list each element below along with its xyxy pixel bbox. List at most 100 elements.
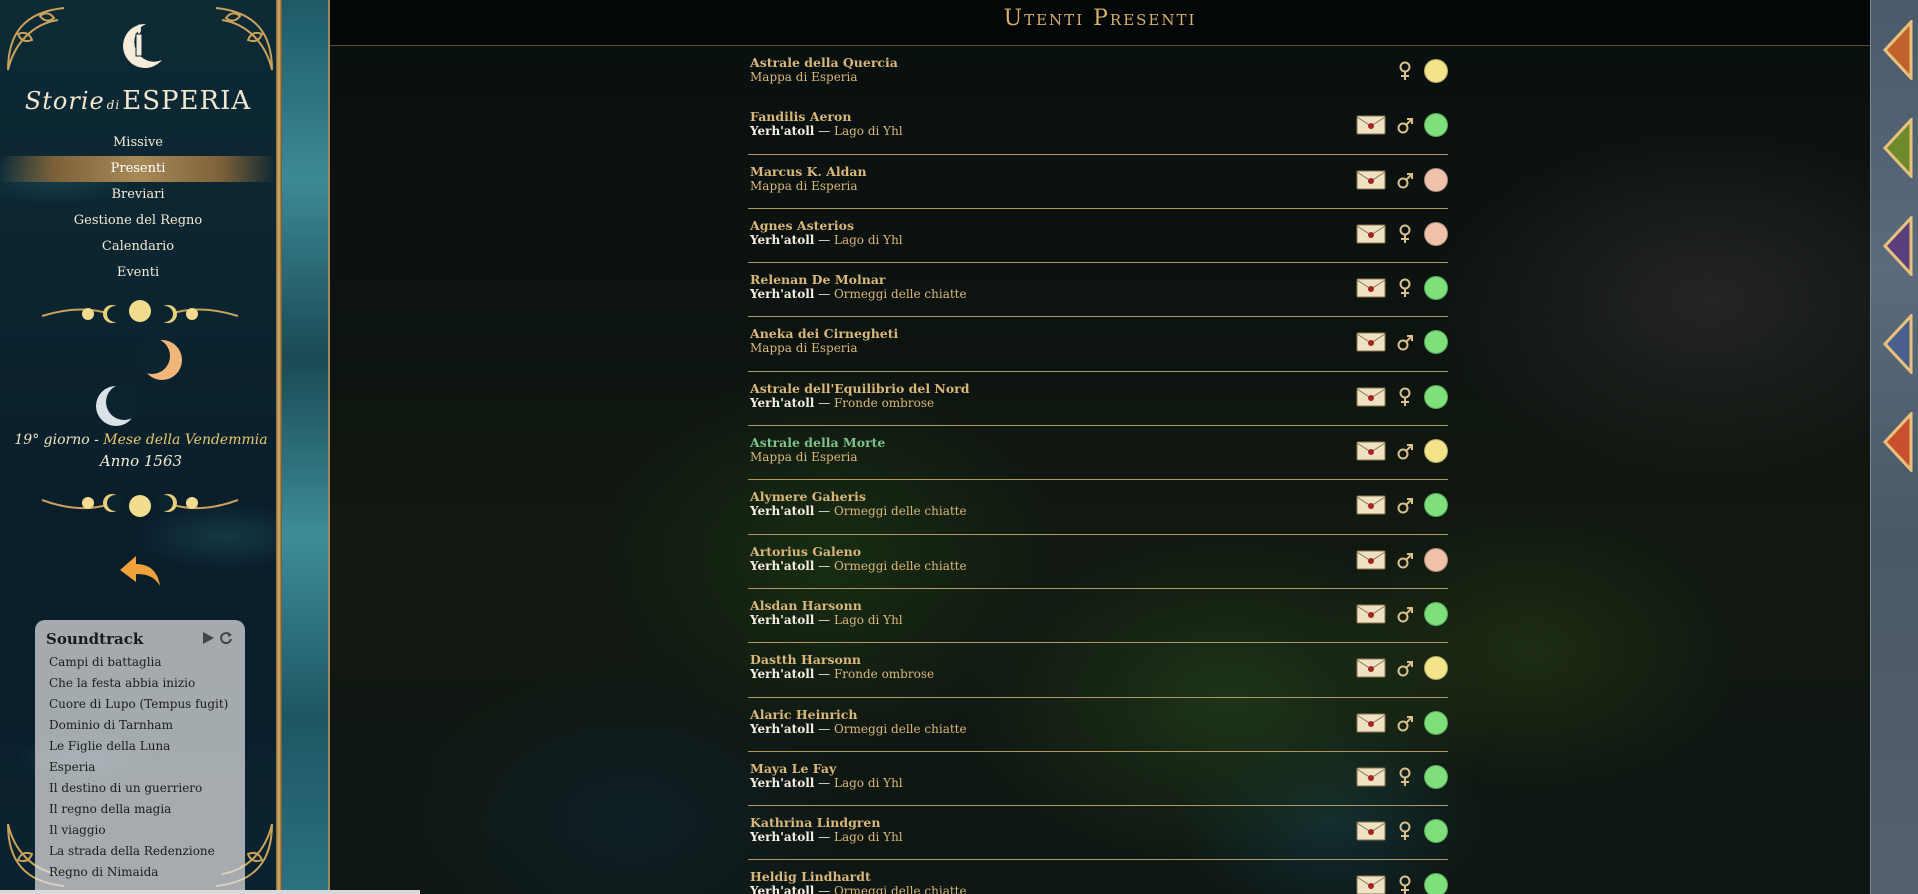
send-message-envelope-icon[interactable] xyxy=(1356,658,1386,678)
user-location: Yerh'atoll — Ormeggi delle chiatte xyxy=(750,287,967,301)
send-message-envelope-icon[interactable] xyxy=(1356,550,1386,570)
soundtrack-track[interactable]: Esperia xyxy=(46,757,237,778)
send-message-envelope-icon[interactable] xyxy=(1356,115,1386,135)
user-place[interactable]: Ormeggi delle chiatte xyxy=(834,504,967,518)
user-name[interactable]: Artorius Galeno xyxy=(750,544,861,559)
right-tab-strip xyxy=(1870,0,1918,894)
user-place[interactable]: Ormeggi delle chiatte xyxy=(834,287,967,301)
soundtrack-track[interactable]: Campi di battaglia xyxy=(46,652,237,673)
moon-phases-ornament-icon xyxy=(40,296,240,330)
user-row: Alsdan Harsonn Yerh'atoll — Lago di Yhl xyxy=(748,589,1448,644)
soundtrack-track[interactable]: Cuore di Lupo (Tempus fugit) xyxy=(46,694,237,715)
user-place[interactable]: Ormeggi delle chiatte xyxy=(834,722,967,736)
user-name[interactable]: Alaric Heinrich xyxy=(750,707,857,722)
status-indicator-icon xyxy=(1424,167,1448,192)
send-message-envelope-icon[interactable] xyxy=(1356,821,1386,841)
female-symbol-icon xyxy=(1396,278,1414,298)
horizontal-scrollbar[interactable] xyxy=(0,890,420,894)
soundtrack-track[interactable]: Dominio di Tarnham xyxy=(46,715,237,736)
user-location: Yerh'atoll — Ormeggi delle chiatte xyxy=(750,504,967,518)
user-place[interactable]: Lago di Yhl xyxy=(834,233,903,247)
status-indicator-icon xyxy=(1424,819,1448,844)
user-row: Relenan De Molnar Yerh'atoll — Ormeggi de… xyxy=(748,263,1448,318)
user-actions xyxy=(1356,219,1448,249)
user-place[interactable]: Mappa di Esperia xyxy=(750,179,858,193)
menu-item-gestione-regno[interactable]: Gestione del Regno xyxy=(0,208,276,234)
user-location: Yerh'atoll — Fronde ombrose xyxy=(750,396,934,410)
location-separator: — xyxy=(814,395,834,410)
user-place[interactable]: Mappa di Esperia xyxy=(750,70,858,84)
user-name[interactable]: Marcus K. Aldan xyxy=(750,164,867,179)
app-root: Storie diESPERIA Missive Presenti Breviar… xyxy=(0,0,1918,894)
sidebar: Storie diESPERIA Missive Presenti Breviar… xyxy=(0,0,282,894)
send-message-envelope-icon[interactable] xyxy=(1356,224,1386,244)
user-name[interactable]: Astrale della Morte xyxy=(750,435,885,450)
user-name[interactable]: Dastth Harsonn xyxy=(750,652,861,667)
menu-item-presenti[interactable]: Presenti xyxy=(0,156,276,182)
page-header: Utenti Presenti xyxy=(330,0,1870,46)
user-place[interactable]: Lago di Yhl xyxy=(834,613,903,627)
user-place[interactable]: Lago di Yhl xyxy=(834,776,903,790)
send-message-envelope-icon[interactable] xyxy=(1356,441,1386,461)
tab-icon[interactable] xyxy=(1881,410,1918,474)
location-separator: — xyxy=(814,775,834,790)
location-separator: — xyxy=(814,558,834,573)
soundtrack-track[interactable]: Che la festa abbia inizio xyxy=(46,673,237,694)
send-message-envelope-icon[interactable] xyxy=(1356,875,1386,894)
user-name[interactable]: Alsdan Harsonn xyxy=(750,598,862,613)
status-indicator-icon xyxy=(1424,547,1448,572)
tab-icon[interactable] xyxy=(1881,116,1918,180)
soundtrack-track[interactable]: Il regno della magia xyxy=(46,799,237,820)
soundtrack-track[interactable]: La strada della Redenzione xyxy=(46,841,237,862)
menu-item-missive[interactable]: Missive xyxy=(0,130,276,156)
refresh-icon[interactable] xyxy=(219,630,233,645)
user-name[interactable]: Maya Le Fay xyxy=(750,761,836,776)
user-place[interactable]: Ormeggi delle chiatte xyxy=(834,884,967,894)
send-message-envelope-icon[interactable] xyxy=(1356,767,1386,787)
user-name[interactable]: Aneka dei Cirnegheti xyxy=(750,326,898,341)
user-name[interactable]: Astrale dell'Equilibrio del Nord xyxy=(750,381,970,396)
user-place[interactable]: Lago di Yhl xyxy=(834,124,903,138)
send-message-envelope-icon[interactable] xyxy=(1356,713,1386,733)
send-message-envelope-icon[interactable] xyxy=(1356,170,1386,190)
soundtrack-track[interactable]: Le Figlie della Luna xyxy=(46,736,237,757)
user-name[interactable]: Fandilis Aeron xyxy=(750,109,851,124)
user-actions xyxy=(1356,870,1448,894)
user-place[interactable]: Lago di Yhl xyxy=(834,830,903,844)
user-name[interactable]: Heldig Lindhardt xyxy=(750,869,871,884)
user-name[interactable]: Alymere Gaheris xyxy=(750,489,866,504)
menu-item-calendario[interactable]: Calendario xyxy=(0,234,276,260)
user-name[interactable]: Kathrina Lindgren xyxy=(750,815,880,830)
back-arrow-icon[interactable] xyxy=(118,552,162,588)
play-icon[interactable] xyxy=(201,630,215,644)
ornament-corner-icon xyxy=(4,4,74,74)
soundtrack-track[interactable]: Il viaggio xyxy=(46,820,237,841)
send-message-envelope-icon[interactable] xyxy=(1356,604,1386,624)
soundtrack-track[interactable]: Il destino di un guerriero xyxy=(46,778,237,799)
user-place[interactable]: Fronde ombrose xyxy=(834,667,934,681)
soundtrack-panel: Soundtrack Campi di battaglia Che la fes… xyxy=(35,620,245,894)
send-message-envelope-icon[interactable] xyxy=(1356,387,1386,407)
send-message-envelope-icon[interactable] xyxy=(1356,278,1386,298)
tab-icon[interactable] xyxy=(1881,214,1918,278)
calendar-year: Anno 1563 xyxy=(99,452,183,470)
user-place[interactable]: Mappa di Esperia xyxy=(750,341,858,355)
user-location: Yerh'atoll — Lago di Yhl xyxy=(750,776,903,790)
user-name[interactable]: Agnes Asterios xyxy=(750,218,854,233)
send-message-envelope-icon[interactable] xyxy=(1356,495,1386,515)
user-name[interactable]: Astrale della Quercia xyxy=(750,55,898,70)
user-place[interactable]: Mappa di Esperia xyxy=(750,450,858,464)
moon-candle-logo[interactable] xyxy=(112,18,168,74)
user-region: Yerh'atoll xyxy=(750,124,815,139)
calendar-day-number: 19° giorno - xyxy=(14,432,104,448)
menu-item-breviari[interactable]: Breviari xyxy=(0,182,276,208)
user-region: Yerh'atoll xyxy=(750,504,815,519)
user-name[interactable]: Relenan De Molnar xyxy=(750,272,886,287)
user-place[interactable]: Ormeggi delle chiatte xyxy=(834,559,967,573)
send-message-envelope-icon[interactable] xyxy=(1356,332,1386,352)
menu-item-eventi[interactable]: Eventi xyxy=(0,260,276,286)
soundtrack-track[interactable]: Regno di Nimaida xyxy=(46,862,237,883)
tab-icon[interactable] xyxy=(1881,18,1918,82)
user-place[interactable]: Fronde ombrose xyxy=(834,396,934,410)
tab-icon[interactable] xyxy=(1881,312,1918,376)
